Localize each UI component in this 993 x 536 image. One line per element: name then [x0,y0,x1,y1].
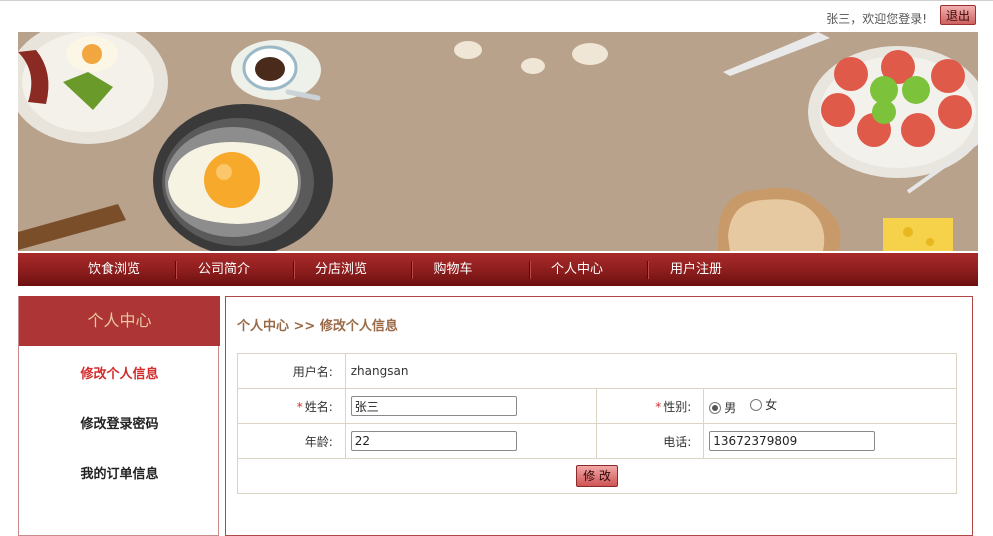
submit-button[interactable]: 修 改 [576,465,618,487]
required-mark: * [296,399,303,414]
submit-cell: 修 改 [237,458,957,494]
sidebar-item-my-orders[interactable]: 我的订单信息 [19,463,220,482]
sidebar-title: 个人中心 [19,296,220,346]
phone-cell [703,423,957,459]
name-label: 姓名: [304,399,333,414]
age-cell [344,423,597,459]
nav-item-company-intro[interactable]: 公司简介 [165,253,283,286]
form-row-age-phone: 年龄: 电话: [237,423,957,459]
radio-checked-icon [709,401,722,414]
welcome-text: 张三，欢迎您登录! [826,12,927,26]
phone-input[interactable] [709,431,876,451]
nav-item-personal-center[interactable]: 个人中心 [518,253,636,286]
top-bar: 张三，欢迎您登录! 退出 [0,1,993,31]
name-label-cell: * 姓名: [237,388,346,424]
age-label: 年龄: [237,423,346,459]
breadcrumb: 个人中心 >> 修改个人信息 [237,319,398,334]
nav-item-branch-browse[interactable]: 分店浏览 [282,253,400,286]
age-input[interactable] [350,431,517,451]
nav-item-cart[interactable]: 购物车 [394,253,512,286]
sidebar-item-edit-profile[interactable]: 修改个人信息 [19,363,220,382]
gender-option-female-label: 女 [765,398,778,412]
gender-label: 性别: [663,399,692,414]
radio-unchecked-icon [750,398,763,411]
profile-form: 用户名: zhangsan *姓名: *性别: 男 女 年龄: 电话: 修 改 [237,353,958,494]
main-nav: 饮食浏览 公司简介 分店浏览 购物车 个人中心 用户注册 [18,253,978,286]
logout-button[interactable]: 退出 [940,5,976,25]
gender-cell: 男 女 [703,388,957,424]
gender-radio-female[interactable]: 女 [750,396,777,413]
form-row-name-gender: *姓名: *性别: 男 女 [237,388,957,424]
sidebar-item-change-password[interactable]: 修改登录密码 [19,413,220,432]
nav-item-food-browse[interactable]: 饮食浏览 [55,253,173,286]
gender-radio-male[interactable]: 男 [709,399,736,416]
breakfast-illustration [18,32,978,251]
name-input[interactable] [350,396,517,416]
form-row-username: 用户名: zhangsan [237,353,958,389]
username-value: zhangsan [344,353,958,389]
name-cell [344,388,597,424]
form-row-submit: 修 改 [237,458,957,494]
phone-label: 电话: [595,423,705,459]
username-label: 用户名: [237,353,346,389]
gender-option-male-label: 男 [724,401,737,415]
main-panel: 个人中心 >> 修改个人信息 用户名: zhangsan *姓名: *性别: 男… [225,296,973,536]
gender-label-cell: * 性别: [595,388,705,424]
required-mark: * [655,399,662,414]
sidebar: 个人中心 修改个人信息 修改登录密码 我的订单信息 [18,296,220,536]
nav-item-register[interactable]: 用户注册 [637,253,755,286]
banner-image [18,32,978,251]
